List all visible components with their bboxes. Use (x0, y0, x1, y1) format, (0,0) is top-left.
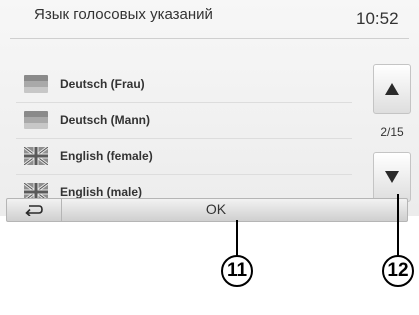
list-item-label: Deutsch (Mann) (60, 113, 150, 127)
flag-uk-icon (23, 145, 49, 167)
list-item-label: English (female) (60, 149, 153, 163)
arrow-up-icon (385, 83, 399, 95)
ok-button-label: OK (205, 201, 227, 217)
screen: Язык голосовых указаний 10:52 Deutsch (F… (0, 0, 419, 222)
scroll-up-button[interactable] (373, 64, 411, 114)
page-indicator: 2/15 (380, 125, 404, 139)
flag-de-icon (24, 75, 48, 93)
title-divider (10, 38, 409, 39)
list-item-deutsch-mann[interactable]: Deutsch (Mann) (16, 104, 352, 139)
back-arrow-icon (25, 205, 43, 216)
bottom-bar: OK (6, 198, 408, 222)
list-item-label: English (male) (60, 185, 143, 199)
scroll-down-button[interactable] (373, 152, 411, 202)
ok-button[interactable]: OK (61, 199, 407, 221)
screen-title: Язык голосовых указаний (34, 6, 213, 23)
callout-11: 11 (221, 255, 253, 287)
callout-11-line (236, 220, 238, 256)
back-button[interactable] (7, 199, 62, 221)
list-item-english-female[interactable]: English (female) (16, 140, 352, 175)
arrow-down-icon (385, 171, 399, 183)
clock: 10:52 (356, 9, 399, 28)
flag-de-icon (24, 111, 48, 129)
callout-12-line (397, 194, 399, 256)
list-item-deutsch-frau[interactable]: Deutsch (Frau) (16, 68, 352, 103)
callout-12: 12 (382, 255, 414, 287)
list-item-label: Deutsch (Frau) (60, 77, 145, 91)
